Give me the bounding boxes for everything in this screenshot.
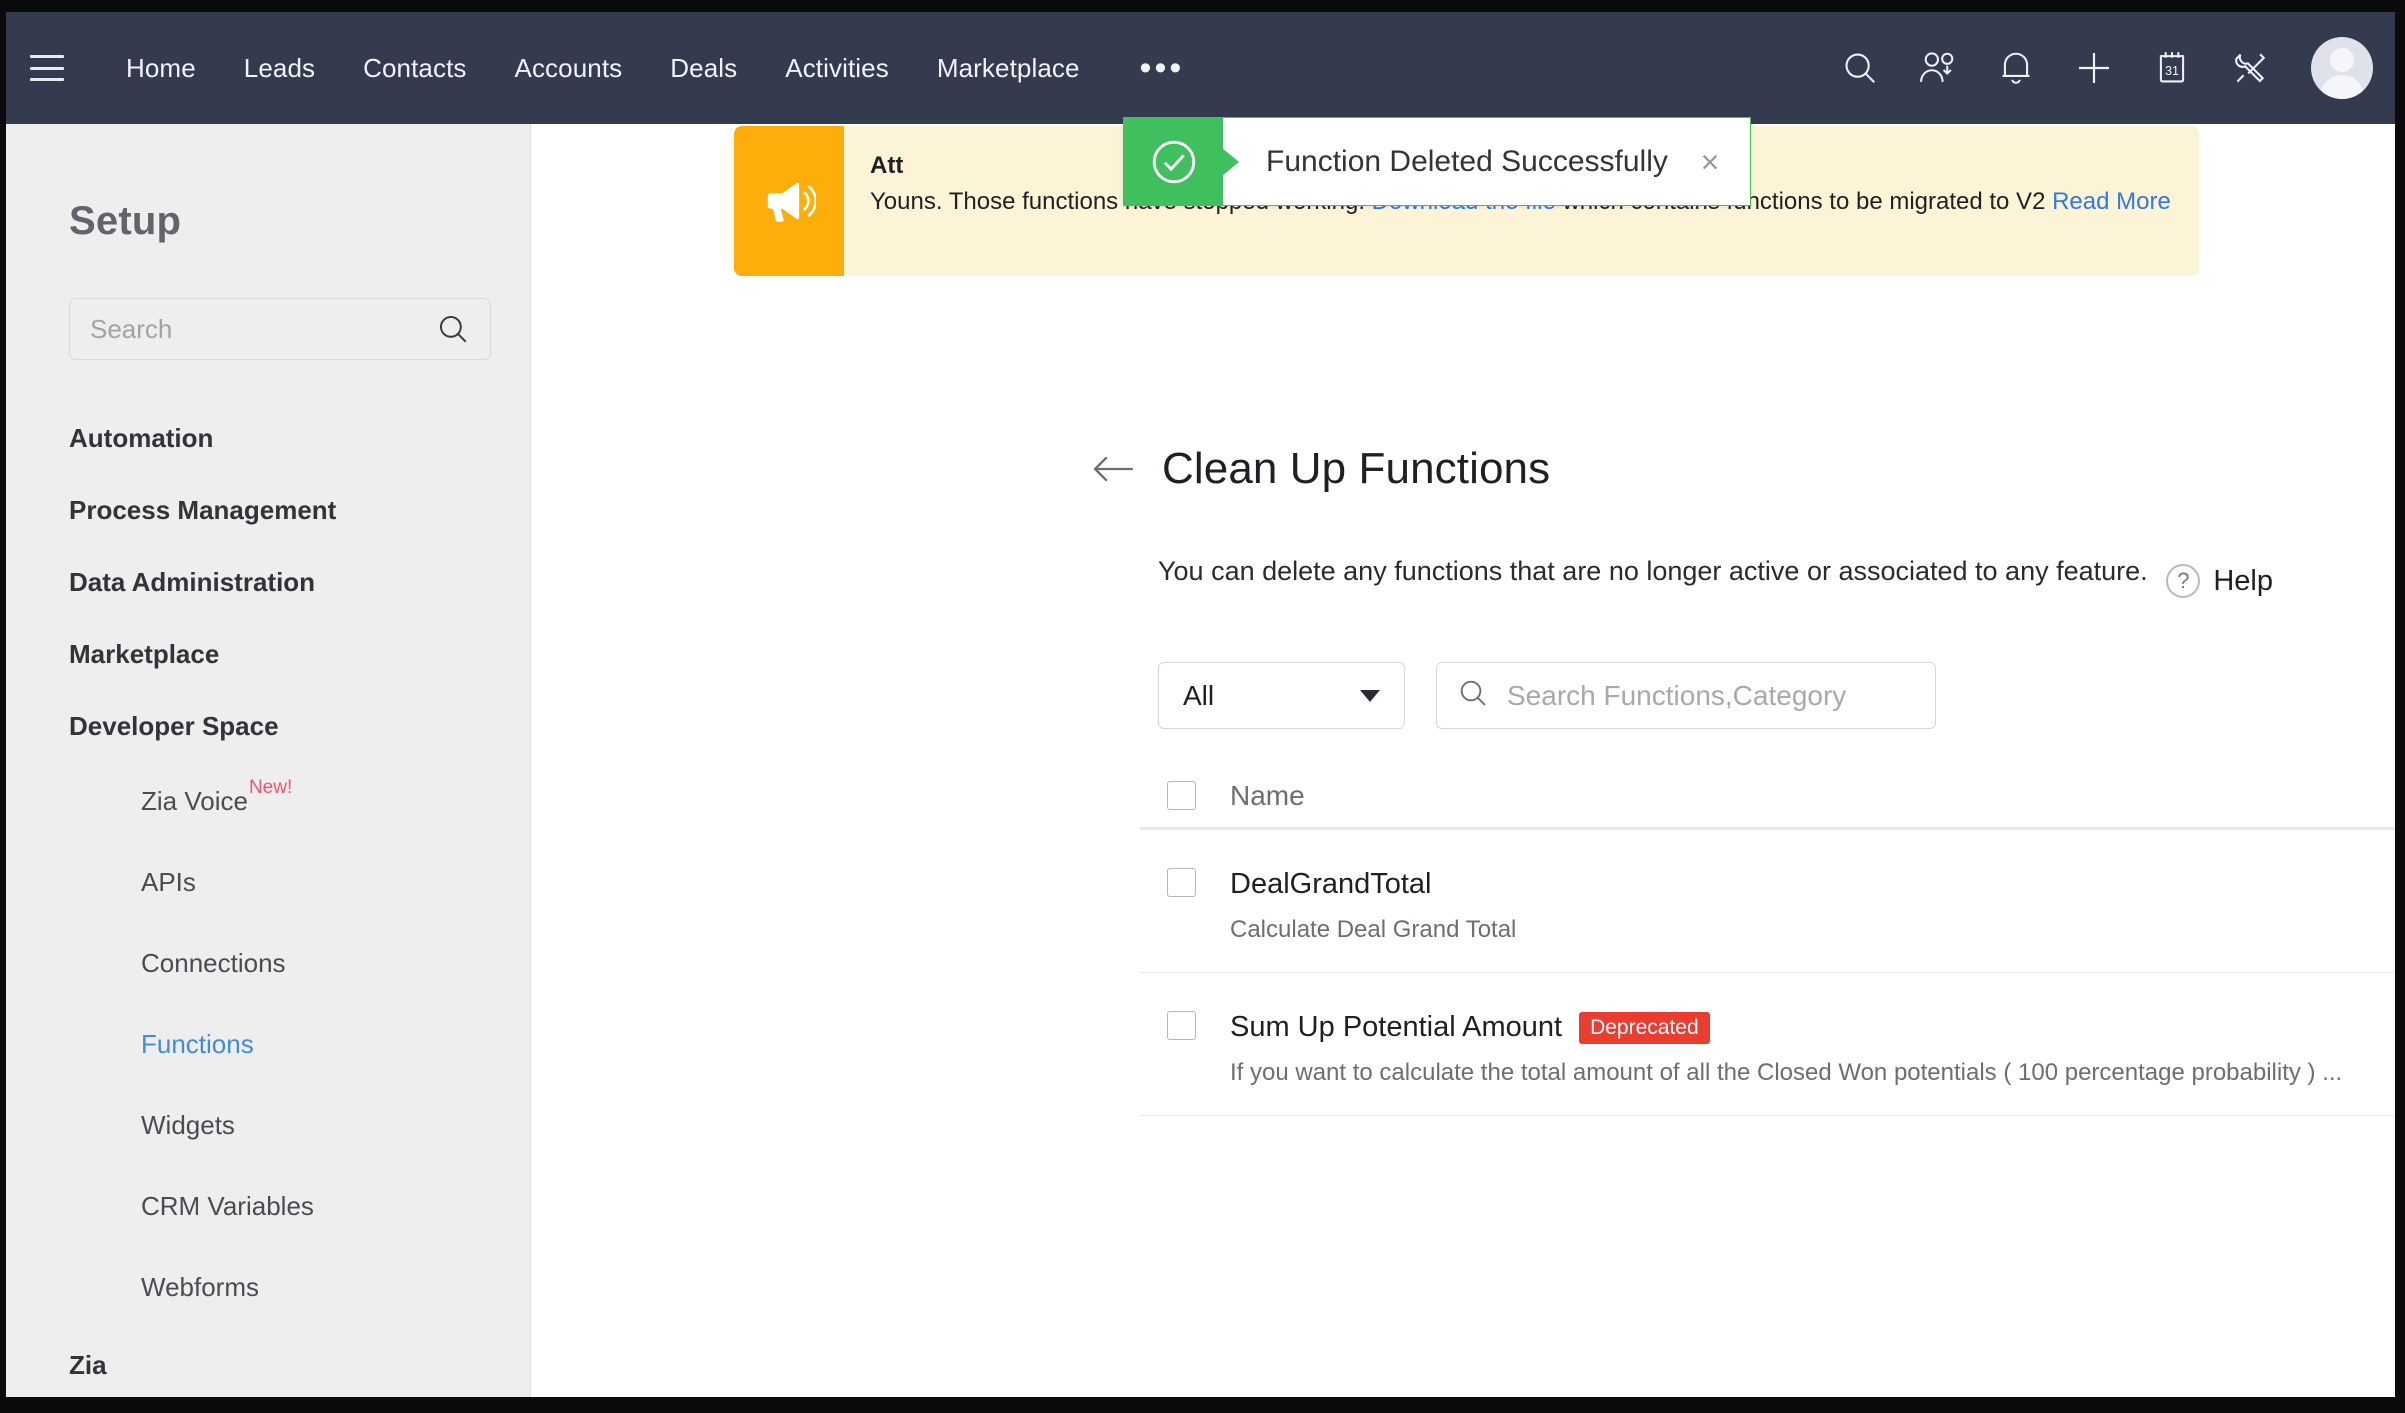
function-name-cell: DealGrandTotal Calculate Deal Grand Tota… [1230, 868, 2395, 944]
sidebar-item-label: Webforms [141, 1272, 259, 1302]
nav-item-contacts[interactable]: Contacts [339, 53, 490, 84]
function-name-text: DealGrandTotal [1230, 868, 1432, 900]
top-navigation-bar: Home Leads Contacts Accounts Deals Activ… [6, 12, 2395, 124]
plus-icon[interactable] [2055, 33, 2133, 103]
table-row: Sum Up Potential Amount Deprecated If yo… [1140, 973, 2395, 1116]
function-name-link[interactable]: Sum Up Potential Amount Deprecated [1230, 1011, 2395, 1044]
main-nav-links: Home Leads Contacts Accounts Deals Activ… [102, 50, 1207, 85]
question-circle-icon: ? [2166, 564, 2201, 598]
sidebar-item-zia[interactable]: Zia [69, 1329, 530, 1397]
page-header: Clean Up Functions [1092, 444, 1550, 494]
sidebar-item-zia-voice[interactable]: Zia Voice New! [141, 762, 530, 843]
banner-line1-prefix: You [870, 188, 911, 215]
sidebar-item-label: CRM Variables [141, 1191, 314, 1221]
megaphone-icon [734, 126, 844, 276]
sidebar-search-placeholder: Search [90, 313, 173, 344]
chevron-down-icon [1360, 689, 1380, 702]
function-name-link[interactable]: DealGrandTotal [1230, 868, 2395, 901]
tools-icon[interactable] [2211, 33, 2289, 103]
hamburger-icon[interactable] [30, 55, 64, 81]
sidebar-search-input[interactable]: Search [69, 298, 491, 360]
check-circle-icon [1124, 118, 1223, 205]
new-badge: New! [248, 777, 293, 798]
sidebar-item-apis[interactable]: APIs [141, 843, 530, 924]
sidebar-item-label: Functions [141, 1029, 254, 1059]
sidebar-item-connections[interactable]: Connections [141, 924, 530, 1005]
sidebar-item-label: Connections [141, 948, 286, 978]
setup-sidebar: Setup Search Automation Process Manageme… [6, 124, 531, 1397]
select-all-checkbox[interactable] [1167, 781, 1196, 810]
read-more-link[interactable]: Read More [2052, 188, 2171, 215]
nav-item-accounts[interactable]: Accounts [491, 53, 647, 84]
success-toast: Function Deleted Successfully × [1123, 117, 1751, 206]
search-icon [436, 312, 470, 346]
table-header-row: Name Category [1140, 764, 2395, 830]
nav-item-home[interactable]: Home [102, 53, 220, 84]
avatar[interactable] [2311, 37, 2373, 99]
svg-text:31: 31 [2165, 64, 2179, 78]
sidebar-item-label: APIs [141, 867, 196, 897]
sidebar-item-process-management[interactable]: Process Management [69, 474, 530, 546]
sidebar-item-label: Widgets [141, 1110, 235, 1140]
bell-icon[interactable] [1977, 33, 2055, 103]
calendar-icon[interactable]: 31 [2133, 33, 2211, 103]
page-subtitle: You can delete any functions that are no… [1158, 556, 2148, 586]
sidebar-item-data-administration[interactable]: Data Administration [69, 546, 530, 618]
nav-item-marketplace[interactable]: Marketplace [913, 53, 1104, 84]
nav-item-leads[interactable]: Leads [220, 53, 339, 84]
sidebar-item-label: Zia Voice [141, 786, 248, 816]
nav-actions: 31 [1821, 33, 2395, 103]
function-name-text: Sum Up Potential Amount [1230, 1011, 1563, 1043]
sidebar-item-functions[interactable]: Functions [141, 1005, 530, 1086]
row-checkbox[interactable] [1167, 1011, 1196, 1040]
function-description: Calculate Deal Grand Total [1230, 916, 1517, 943]
arrow-left-icon[interactable] [1092, 453, 1136, 485]
search-icon[interactable] [1821, 33, 1899, 103]
search-functions-input[interactable]: Search Functions,Category [1436, 662, 1936, 729]
status-badge: Deprecated [1579, 1011, 1710, 1044]
sidebar-item-automation[interactable]: Automation [69, 402, 530, 474]
sidebar-item-marketplace[interactable]: Marketplace [69, 618, 530, 690]
help-button[interactable]: ? Help [2166, 564, 2273, 598]
functions-table: Name Category DealGrandTotal Calculate D… [1140, 764, 2395, 1116]
column-label: Name [1230, 779, 1305, 811]
sidebar-item-crm-variables[interactable]: CRM Variables [141, 1167, 530, 1248]
filter-selected-value: All [1183, 679, 1215, 711]
nav-more-icon[interactable]: ••• [1118, 50, 1207, 85]
app-window: Home Leads Contacts Accounts Deals Activ… [6, 12, 2395, 1397]
close-icon[interactable]: × [1670, 146, 1750, 178]
function-description: If you want to calculate the total amoun… [1230, 1059, 2343, 1086]
column-header-name: Name [1230, 780, 2395, 812]
search-placeholder: Search Functions,Category [1507, 679, 1847, 711]
row-checkbox[interactable] [1167, 868, 1196, 897]
page-title: Setup [69, 199, 182, 243]
sidebar-item-widgets[interactable]: Widgets [141, 1086, 530, 1167]
search-icon [1457, 677, 1489, 714]
main-content: Att Youns. Those functions have stopped … [532, 117, 2395, 1397]
nav-item-activities[interactable]: Activities [761, 53, 913, 84]
help-label: Help [2213, 564, 2273, 597]
row-select-cell [1140, 1011, 1230, 1040]
toast-message: Function Deleted Successfully [1266, 144, 1668, 178]
sidebar-item-developer-space[interactable]: Developer Space [69, 690, 530, 762]
category-filter-select[interactable]: All [1158, 662, 1405, 729]
row-select-cell [1140, 868, 1230, 897]
table-row: DealGrandTotal Calculate Deal Grand Tota… [1140, 830, 2395, 973]
add-user-icon[interactable] [1899, 33, 1977, 103]
list-toolbar: All Search Functions,Category [1158, 662, 1936, 729]
function-name-cell: Sum Up Potential Amount Deprecated If yo… [1230, 1011, 2395, 1087]
clean-up-functions-title: Clean Up Functions [1162, 444, 1551, 493]
sidebar-item-webforms[interactable]: Webforms [141, 1248, 530, 1329]
nav-item-deals[interactable]: Deals [646, 53, 761, 84]
select-all-cell [1140, 781, 1230, 810]
